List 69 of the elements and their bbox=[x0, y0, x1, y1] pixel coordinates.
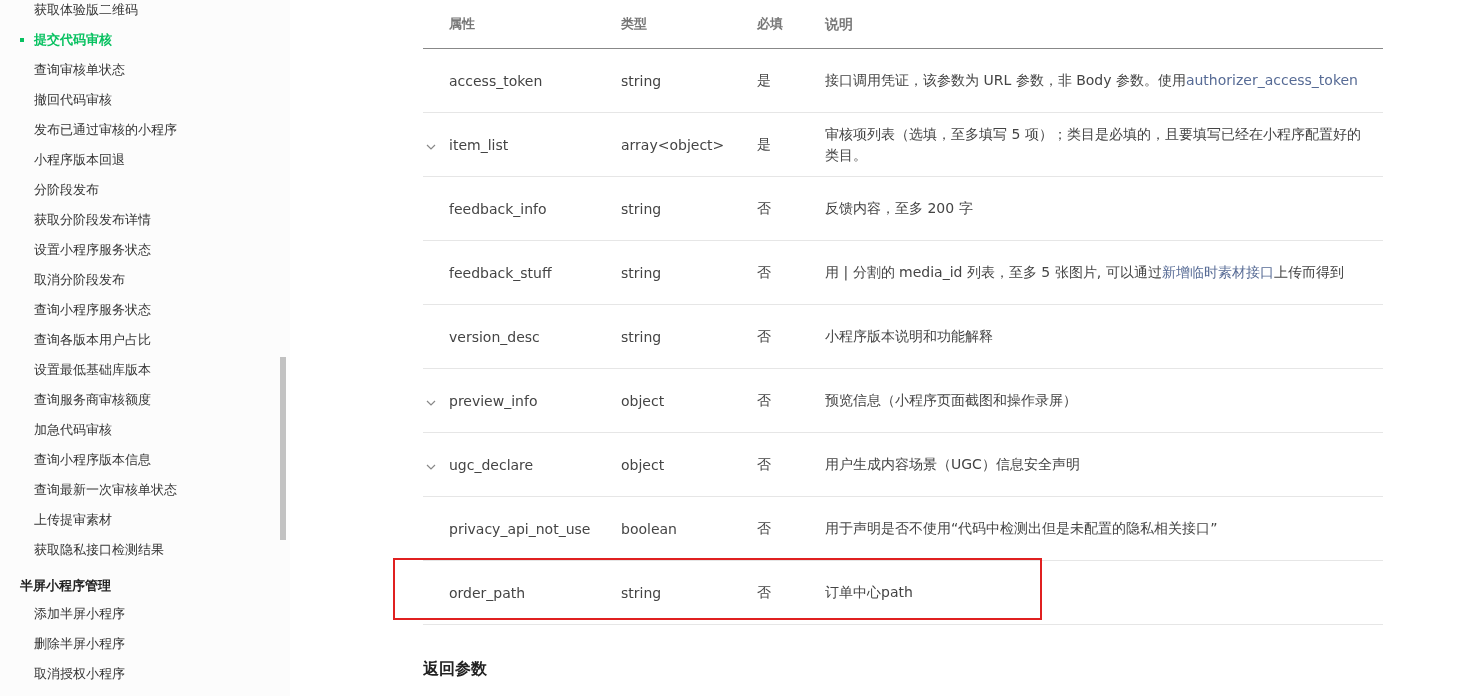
scrollbar[interactable] bbox=[280, 357, 286, 540]
table-cell: 订单中心path bbox=[825, 584, 913, 600]
sidebar-item[interactable]: 上传提审素材 bbox=[0, 505, 290, 535]
table-cell: string bbox=[621, 328, 662, 345]
section-title: 返回参数 bbox=[423, 659, 488, 680]
sidebar-item[interactable]: 取消授权小程序 bbox=[0, 659, 290, 689]
chevron-down-icon[interactable] bbox=[426, 143, 436, 150]
sidebar-item[interactable]: 加急代码审核 bbox=[0, 415, 290, 445]
table-cell: boolean bbox=[621, 520, 677, 537]
table-cell: object bbox=[621, 456, 665, 473]
table-cell: feedback_info bbox=[449, 200, 547, 217]
sidebar-item[interactable]: 获取分阶段发布详情 bbox=[0, 205, 290, 235]
sidebar-item[interactable]: 查询审核单状态 bbox=[0, 55, 290, 85]
chevron-down-icon[interactable] bbox=[426, 463, 436, 470]
link[interactable]: authorizer_access_token bbox=[1185, 72, 1358, 88]
table-cell: string bbox=[621, 72, 662, 89]
table-cell: 小程序版本说明和功能解释 bbox=[825, 328, 993, 344]
table-cell: 否 bbox=[757, 199, 771, 216]
table-cell: 否 bbox=[757, 391, 771, 408]
table-cell: order_path bbox=[449, 584, 526, 601]
table-cell: 否 bbox=[757, 455, 771, 472]
sidebar-item[interactable]: 添加半屏小程序 bbox=[0, 599, 290, 629]
table-cell: 反馈内容，至多 200 字 bbox=[825, 200, 973, 216]
table-cell: string bbox=[621, 264, 662, 281]
link[interactable]: 新增临时素材接口 bbox=[1161, 264, 1274, 280]
table-cell: ugc_declare bbox=[449, 456, 534, 473]
sidebar-item[interactable]: 获取体验版二维码 bbox=[0, 0, 290, 25]
sidebar-item[interactable]: 取消分阶段发布 bbox=[0, 265, 290, 295]
sidebar-item[interactable]: 查询最新一次审核单状态 bbox=[0, 475, 290, 505]
table-cell: array<object> bbox=[621, 136, 725, 153]
table-cell: 是 bbox=[757, 135, 771, 152]
table-cell: access_token bbox=[449, 72, 543, 89]
table-cell: 否 bbox=[757, 519, 771, 536]
sidebar-item[interactable]: 撤回代码审核 bbox=[0, 85, 290, 115]
table-cell: 是 bbox=[757, 71, 771, 88]
table-cell: feedback_stuff bbox=[449, 264, 552, 281]
column-header: 属性 bbox=[448, 15, 476, 33]
table-cell: object bbox=[621, 392, 665, 409]
sidebar-item[interactable]: 查询小程序版本信息 bbox=[0, 445, 290, 475]
sidebar-item[interactable]: 分阶段发布 bbox=[0, 175, 290, 205]
table-cell: 预览信息（小程序页面截图和操作录屏） bbox=[825, 392, 1077, 408]
column-header: 类型 bbox=[621, 15, 648, 33]
table-cell: 接口调用凭证，该参数为 URL 参数，非 Body 参数。使用authorizer_access_token bbox=[825, 72, 1358, 88]
sidebar-item[interactable]: 设置最低基础库版本 bbox=[0, 355, 290, 385]
table-cell: 否 bbox=[757, 327, 771, 344]
sidebar-item[interactable]: 小程序版本回退 bbox=[0, 145, 290, 175]
table-cell: string bbox=[621, 200, 662, 217]
table-cell: preview_info bbox=[449, 392, 538, 409]
table-cell: 否 bbox=[757, 263, 771, 280]
table-cell: 用 | 分割的 media_id 列表，至多 5 张图片, 可以通过新增临时素材接口上传而得到 bbox=[825, 264, 1344, 280]
table-cell: 否 bbox=[757, 583, 771, 600]
table-cell: 用户生成内容场景（UGC）信息安全声明 bbox=[825, 456, 1080, 472]
column-header: 必填 bbox=[757, 15, 784, 33]
column-header: 说明 bbox=[825, 14, 854, 34]
sidebar-item[interactable]: 设置小程序服务状态 bbox=[0, 235, 290, 265]
table-cell: 用于声明是否不使用“代码中检测出但是未配置的隐私相关接口” bbox=[825, 520, 1218, 536]
sidebar-item[interactable]: 获取隐私接口检测结果 bbox=[0, 535, 290, 565]
sidebar-item[interactable]: 查询小程序服务状态 bbox=[0, 295, 290, 325]
table-cell: item_list bbox=[449, 136, 509, 153]
table-cell: 审核项列表（选填，至多填写 5 项）；类目是必填的，且要填写已经在小程序配置好的类目。 bbox=[825, 125, 1361, 163]
sidebar-item[interactable]: 查询服务商审核额度 bbox=[0, 385, 290, 415]
sidebar-item[interactable]: 发布已通过审核的小程序 bbox=[0, 115, 290, 145]
chevron-down-icon[interactable] bbox=[426, 399, 436, 406]
table-cell: string bbox=[621, 584, 662, 601]
table-cell: version_desc bbox=[449, 328, 540, 345]
table-cell: privacy_api_not_use bbox=[449, 520, 591, 537]
sidebar-group-title: 半屏小程序管理 bbox=[19, 577, 112, 595]
sidebar-item[interactable]: 查询各版本用户占比 bbox=[0, 325, 290, 355]
sidebar-item[interactable]: 删除半屏小程序 bbox=[0, 629, 290, 659]
